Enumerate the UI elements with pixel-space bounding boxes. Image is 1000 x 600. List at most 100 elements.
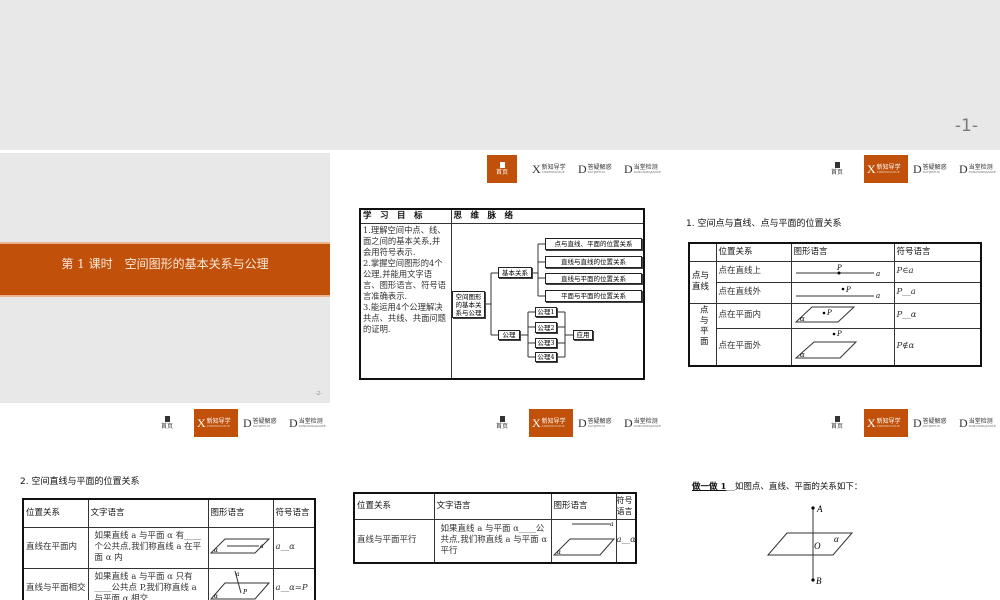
slide-1[interactable]: -1- — [0, 0, 1000, 150]
header-cell: 文字语言 — [433, 492, 552, 520]
slide-3[interactable]: 首页 X 新知导学 XINZHIDAOXUE D 答疑解惑 DAYIJIEHUO D 当堂检测 D… — [335, 153, 665, 403]
section-title: 1. 空间点与直线、点与平面的位置关系 — [686, 219, 842, 229]
nav-bar: 首页 X 新知导学 XINZHIDAOXUE D 答疑解惑 DAYIJIEHUO D 当堂检测 D… — [487, 409, 665, 437]
nav-item-2[interactable]: D 当堂检测 DANGTANGJIANCE — [286, 409, 330, 437]
header-cell: 图形语言 — [790, 242, 895, 262]
svg-text:P: P — [836, 264, 842, 272]
nav-sub: DANGTANGJIANCE — [968, 170, 996, 174]
header-cell: 符号语言 — [893, 242, 982, 262]
nav-letter: X — [197, 415, 206, 430]
mindmap-relation: 直线与直线的位置关系 — [545, 256, 642, 268]
line-plane-table: 位置关系 文字语言 图形语言 符号语言 直线在平面内 如果直线 a 与平面 α 有___… — [22, 498, 316, 600]
symbol-cell: P__a — [893, 281, 982, 304]
svg-text:α: α — [800, 315, 805, 323]
slide-7[interactable]: 首页 X 新知导学 XINZHIDAOXUE D 答疑解惑 DAYIJIEHUO D 当堂检测 D… — [670, 407, 1000, 600]
nav-item-1[interactable]: D 答疑解惑 DAYIJIEHUO — [910, 155, 954, 183]
mindmap-axiom-item: 公理3 — [535, 338, 557, 348]
svg-text:P: P — [836, 330, 842, 338]
mindmap-relation: 平面与平面的位置关系 — [545, 290, 642, 302]
label-b: B — [816, 576, 822, 586]
line-intersect-plane-figure: a Pα — [209, 571, 270, 600]
mindmap-basic: 基本关系 — [498, 267, 532, 278]
nav-item-2[interactable]: D 当堂检测 DANGTANGJIANCE — [956, 155, 1000, 183]
svg-text:P: P — [242, 589, 248, 596]
nav-letter: X — [532, 415, 541, 430]
mindmap-axiom-item: 公理4 — [535, 352, 557, 362]
mindmap-axiom-item: 公理1 — [535, 307, 557, 317]
relation-cell: 直线与平面平行 — [353, 518, 435, 563]
nav-sub: XINZHIDAOXUE — [541, 424, 565, 428]
svg-text:α: α — [214, 593, 218, 600]
relation-cell: 点在平面外 — [715, 327, 792, 366]
relation-cell: 点在直线上 — [715, 260, 792, 283]
mindmap-apply: 应用 — [573, 330, 593, 340]
svg-text:a: a — [610, 521, 614, 528]
nav-letter: D — [913, 161, 922, 176]
text-cell: 如果直线 a 与平面 α____公共点,我们称直线 a 与平面 α 平行 — [433, 518, 552, 563]
home-icon — [834, 162, 840, 168]
nav-letter: D — [578, 415, 587, 430]
nav-item-0[interactable]: X 新知导学 XINZHIDAOXUE — [529, 409, 573, 437]
relation-cell: 直线在平面内 — [22, 526, 89, 569]
svg-text:P: P — [845, 286, 851, 294]
nav-item-1[interactable]: D 答疑解惑 DAYIJIEHUO — [575, 409, 619, 437]
mindmap-axiom: 公理 — [498, 330, 520, 340]
header-cell: 位置关系 — [353, 492, 435, 520]
svg-text:a: a — [236, 571, 240, 578]
nav-home-button[interactable]: 首页 — [822, 155, 852, 183]
nav-bar: 首页 X 新知导学 XINZHIDAOXUE D 答疑解惑 DAYIJIEHUO D 当堂检测 D… — [822, 155, 1000, 183]
header-cell: 位置关系 — [22, 498, 89, 528]
slide-2[interactable]: 第 1 课时 空间图形的基本关系与公理 -2- — [0, 153, 330, 403]
slide-4[interactable]: 首页 X 新知导学 XINZHIDAOXUE D 答疑解惑 DAYIJIEHUO D 当堂检测 D… — [670, 153, 1000, 403]
nav-item-2[interactable]: D 当堂检测 DANGTANGJIANCE — [621, 409, 665, 437]
nav-sub: DAYIJIEHUO — [922, 170, 940, 174]
svg-text:a: a — [876, 292, 880, 300]
point-off-line-figure: Pa — [795, 286, 880, 300]
header-cell: 符号语言 — [272, 498, 316, 528]
svg-text:α: α — [800, 351, 805, 359]
slide-5[interactable]: 首页 X 新知导学 XINZHIDAOXUE D 答疑解惑 DAYIJIEHUO D 当堂检测 D… — [0, 407, 330, 600]
svg-text:a: a — [876, 270, 880, 278]
group-label: 点与直线 — [688, 260, 717, 304]
nav-home-label: 首页 — [160, 423, 173, 430]
nav-bar: 首页 X 新知导学 XINZHIDAOXUE D 答疑解惑 DAYIJIEHUO D 当堂检测 D… — [152, 409, 330, 437]
symbol-cell: a__α — [615, 518, 637, 563]
nav-sub: DANGTANGJIANCE — [633, 424, 661, 428]
slide-6[interactable]: 首页 X 新知导学 XINZHIDAOXUE D 答疑解惑 DAYIJIEHUO D 当堂检测 D… — [335, 407, 665, 600]
nav-item-0[interactable]: X 新知导学 XINZHIDAOXUE — [194, 409, 238, 437]
line-in-plane-figure: aα — [209, 538, 270, 554]
nav-home-button[interactable]: 首页 — [487, 409, 517, 437]
nav-letter: X — [867, 161, 876, 176]
nav-letter: D — [959, 161, 968, 176]
nav-item-1[interactable]: D 答疑解惑 DAYIJIEHUO — [240, 409, 284, 437]
nav-sub: DAYIJIEHUO — [252, 424, 270, 428]
point-relation-table: 位置关系 图形语言 符号语言 点与直线 点在直线上 Pa P∈a 点在直线外 Pa P… — [688, 242, 982, 367]
point-b — [811, 578, 815, 582]
svg-text:a: a — [260, 543, 264, 550]
line-parallel-plane-figure: aα — [552, 521, 615, 556]
text-cell: 如果直线 a 与平面 α 只有____公共点 P,我们称直线 a 与平面 α 相… — [87, 567, 209, 600]
nav-letter: D — [624, 415, 633, 430]
symbol-cell: a__α=P — [272, 567, 316, 600]
page-number: -2- — [315, 391, 322, 397]
mindmap-relation: 直线与平面的位置关系 — [545, 273, 642, 284]
header-cell: 图形语言 — [550, 492, 617, 520]
header-cell: 位置关系 — [715, 242, 792, 262]
group-label: 点与平面 — [688, 302, 717, 366]
nav-letter: D — [289, 415, 298, 430]
nav-home-label: 首页 — [495, 423, 508, 430]
point-on-line-figure: Pa — [795, 264, 880, 278]
nav-home-label: 首页 — [830, 169, 843, 176]
svg-text:α: α — [214, 547, 218, 554]
symbol-cell: a__α — [272, 526, 316, 569]
nav-item-0[interactable]: X 新知导学 XINZHIDAOXUE — [864, 155, 908, 183]
symbol-cell: P∉α — [893, 327, 982, 366]
line-plane-parallel-table: 位置关系 文字语言 图形语言 符号语言 直线与平面平行 如果直线 a 与平面 α____… — [353, 492, 637, 564]
nav-sub: DAYIJIEHUO — [587, 424, 605, 428]
lesson-title: 第 1 课时 空间图形的基本关系与公理 — [0, 242, 330, 297]
nav-sub: XINZHIDAOXUE — [876, 170, 900, 174]
header-cell: 文字语言 — [87, 498, 209, 528]
point-line-plane-figure: A B O α — [766, 504, 854, 586]
nav-home-button[interactable]: 首页 — [152, 409, 182, 437]
mindmap-axiom-item: 公理2 — [535, 322, 557, 333]
